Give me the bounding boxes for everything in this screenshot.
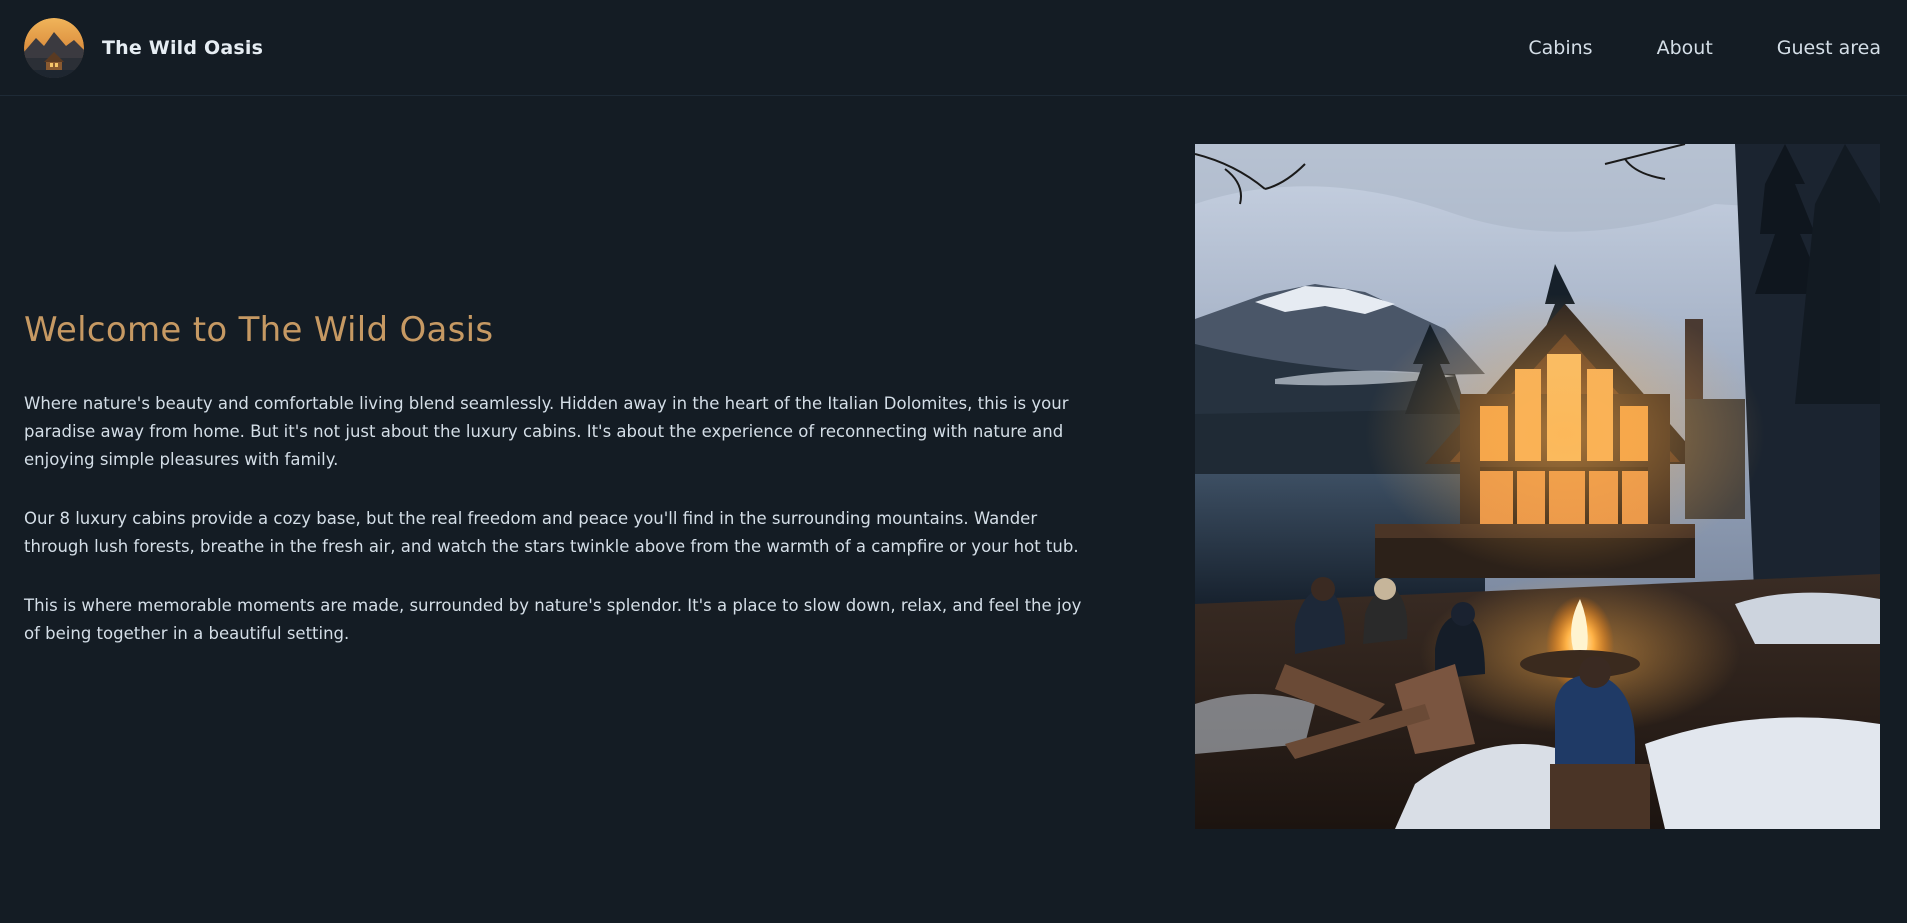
cabin-mountain-logo-icon xyxy=(24,17,84,78)
main-content: Welcome to The Wild Oasis Where nature's… xyxy=(0,97,1907,923)
app-root: The Wild Oasis Cabins About Guest area W… xyxy=(0,0,1907,923)
main-nav: Cabins About Guest area xyxy=(1528,37,1881,59)
cabin-campfire-photo xyxy=(1195,144,1880,829)
brand-name: The Wild Oasis xyxy=(102,36,264,59)
page-title: Welcome to The Wild Oasis xyxy=(24,310,494,350)
about-section: Welcome to The Wild Oasis Where nature's… xyxy=(24,310,1084,679)
cabins-paragraph: Our 8 luxury cabins provide a cozy base,… xyxy=(24,509,1079,556)
brand-home-link[interactable]: The Wild Oasis xyxy=(24,17,264,78)
site-header: The Wild Oasis Cabins About Guest area xyxy=(0,0,1907,96)
intro-paragraph: Where nature's beauty and comfortable li… xyxy=(24,394,1069,469)
nav-link-guest-area[interactable]: Guest area xyxy=(1777,37,1881,59)
nav-link-about[interactable]: About xyxy=(1657,37,1713,59)
nav-link-cabins[interactable]: Cabins xyxy=(1528,37,1592,59)
moments-paragraph: This is where memorable moments are made… xyxy=(24,596,1082,643)
